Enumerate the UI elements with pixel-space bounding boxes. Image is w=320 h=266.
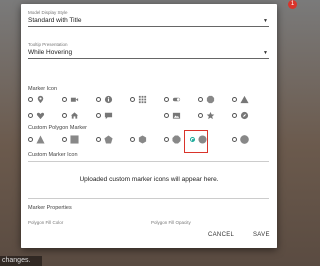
radio-button[interactable] — [96, 97, 101, 102]
selection-highlight — [184, 130, 208, 153]
hexagon-icon — [138, 135, 147, 144]
radio-button[interactable] — [164, 113, 169, 118]
divider — [28, 161, 269, 162]
radio-button[interactable] — [62, 113, 67, 118]
save-button[interactable]: SAVE — [253, 232, 270, 238]
radio-button[interactable] — [130, 97, 135, 102]
marker-icon-title: Marker Icon — [28, 86, 58, 92]
warning-icon — [240, 95, 249, 104]
octagon-icon — [172, 135, 181, 144]
star-icon — [206, 111, 215, 120]
radio-button[interactable] — [96, 113, 101, 118]
dialog-content[interactable]: Model Display Style Standard with Title … — [21, 4, 277, 226]
dropdown-arrow-icon[interactable]: ▼ — [263, 48, 268, 58]
marker-icon-row-2 — [28, 111, 269, 121]
model-display-style-select[interactable]: Standard with Title ▼ — [28, 16, 269, 27]
info-icon — [104, 95, 113, 104]
compass-icon — [240, 111, 249, 120]
polygon-option[interactable] — [96, 135, 122, 145]
notification-badge[interactable]: 1 — [288, 0, 297, 9]
square-icon — [70, 135, 79, 144]
chat-icon — [104, 112, 113, 120]
marker-option[interactable] — [62, 95, 88, 105]
model-display-style-value: Standard with Title — [28, 17, 82, 24]
toggle-icon — [172, 97, 181, 102]
pin-icon — [37, 95, 44, 104]
marker-option[interactable] — [28, 95, 54, 105]
radio-button[interactable] — [232, 97, 237, 102]
radio-button[interactable] — [130, 137, 135, 142]
radio-button[interactable] — [96, 137, 101, 142]
marker-option[interactable] — [96, 95, 122, 105]
marker-option[interactable] — [198, 95, 224, 105]
marker-option[interactable] — [198, 111, 224, 121]
radio-button[interactable] — [164, 137, 169, 142]
radio-button[interactable] — [164, 97, 169, 102]
radio-button[interactable] — [62, 137, 67, 142]
triangle-icon — [36, 135, 45, 144]
dropdown-arrow-icon[interactable]: ▼ — [263, 16, 268, 26]
image-icon — [172, 112, 181, 119]
polygon-option[interactable] — [232, 135, 258, 145]
custom-marker-icon-title: Custom Marker Icon — [28, 152, 78, 158]
tooltip-presentation-value: While Hovering — [28, 49, 73, 56]
model-display-style-field[interactable]: Model Display Style Standard with Title … — [28, 10, 269, 27]
home-icon — [70, 112, 79, 119]
radio-button[interactable] — [28, 137, 33, 142]
polygon-option[interactable] — [62, 135, 88, 145]
polygon-option[interactable] — [130, 135, 156, 145]
grid-icon — [138, 95, 147, 104]
polygon-option[interactable] — [28, 135, 54, 145]
stop-icon — [206, 95, 215, 104]
radio-button[interactable] — [198, 97, 203, 102]
divider — [28, 198, 269, 199]
cancel-button[interactable]: CANCEL — [208, 232, 234, 238]
marker-icon-row-1 — [28, 95, 269, 105]
marker-option[interactable] — [164, 111, 190, 121]
marker-option[interactable] — [28, 111, 54, 121]
polygon-row — [28, 135, 269, 145]
radio-button[interactable] — [28, 113, 33, 118]
dialog-footer: CANCEL SAVE — [21, 226, 277, 248]
pentagon-icon — [104, 135, 113, 144]
marker-option[interactable] — [232, 111, 258, 121]
marker-option[interactable] — [164, 95, 190, 105]
tooltip-presentation-field[interactable]: Tooltip Presentation While Hovering ▼ — [28, 42, 269, 59]
marker-settings-dialog: Model Display Style Standard with Title … — [21, 4, 277, 248]
marker-option[interactable] — [96, 111, 122, 121]
polygon-fill-opacity-label: Polygon Fill Opacity — [151, 220, 191, 225]
upload-note: Uploaded custom marker icons will appear… — [79, 176, 219, 183]
radio-button[interactable] — [28, 97, 33, 102]
heart-icon — [36, 112, 45, 120]
radio-button[interactable] — [232, 113, 237, 118]
video-icon — [70, 97, 79, 102]
polygon-fill-color-label: Polygon Fill Color — [28, 220, 64, 225]
radio-button[interactable] — [198, 113, 203, 118]
marker-option[interactable] — [232, 95, 258, 105]
marker-option[interactable] — [130, 95, 156, 105]
circle-large-icon — [240, 135, 249, 144]
marker-properties-title: Marker Properties — [28, 205, 72, 211]
radio-button[interactable] — [232, 137, 237, 142]
custom-polygon-title: Custom Polygon Marker — [28, 125, 87, 131]
marker-option[interactable] — [62, 111, 88, 121]
radio-button[interactable] — [62, 97, 67, 102]
tooltip-presentation-select[interactable]: While Hovering ▼ — [28, 48, 269, 59]
status-text: changes. — [0, 256, 42, 266]
